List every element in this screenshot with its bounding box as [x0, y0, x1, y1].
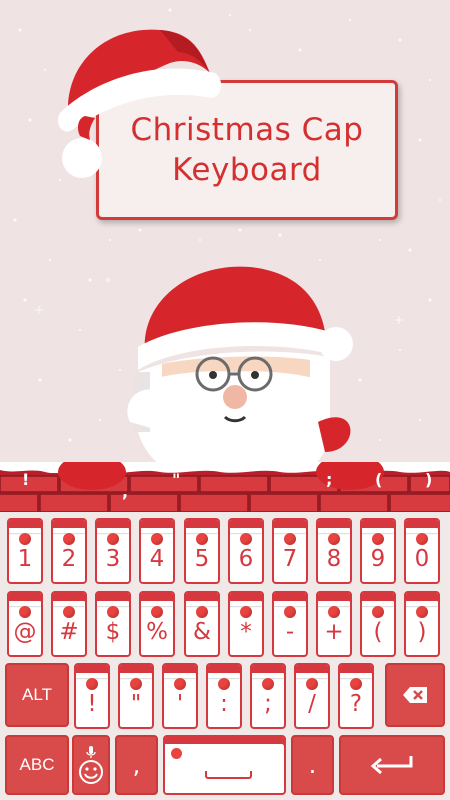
key-1[interactable]: 1 [7, 518, 43, 584]
key-question[interactable]: ? [338, 663, 374, 729]
alt-key[interactable]: ALT [5, 663, 69, 727]
key-exclamation[interactable]: ! [74, 663, 110, 729]
period-key[interactable]: . [291, 735, 334, 795]
microphone-icon [86, 746, 96, 758]
backspace-icon [403, 687, 427, 703]
christmas-cap-illustration [57, 29, 222, 178]
enter-arrow-icon [370, 756, 413, 775]
space-bar-icon [205, 771, 252, 779]
brick-punct: ; [326, 470, 333, 489]
key-3[interactable]: 3 [95, 518, 131, 584]
key-2[interactable]: 2 [51, 518, 87, 584]
key-5[interactable]: 5 [184, 518, 220, 584]
key-9[interactable]: 9 [360, 518, 396, 584]
key-plus[interactable]: + [316, 591, 352, 657]
key-ampersand[interactable]: & [184, 591, 220, 657]
brick-wall [0, 462, 450, 514]
key-colon[interactable]: : [206, 663, 242, 729]
key-8[interactable]: 8 [316, 518, 352, 584]
key-quote[interactable]: " [118, 663, 154, 729]
key-slash[interactable]: / [294, 663, 330, 729]
key-asterisk[interactable]: * [228, 591, 264, 657]
key-dollar[interactable]: $ [95, 591, 131, 657]
key-percent[interactable]: % [139, 591, 175, 657]
key-hash[interactable]: # [51, 591, 87, 657]
key-apostrophe[interactable]: ' [162, 663, 198, 729]
backspace-key[interactable] [385, 663, 445, 727]
key-6[interactable]: 6 [228, 518, 264, 584]
key-7[interactable]: 7 [272, 518, 308, 584]
key-paren-open[interactable]: ( [360, 591, 396, 657]
key-at[interactable]: @ [7, 591, 43, 657]
brick-punct: " [172, 470, 181, 489]
enter-key[interactable] [339, 735, 445, 795]
santa-illustration [127, 266, 353, 487]
brick-punct: ) [425, 470, 433, 489]
key-paren-close[interactable]: ) [404, 591, 440, 657]
emoji-mic-key[interactable] [72, 735, 110, 795]
space-bar[interactable] [163, 735, 286, 795]
brick-punct: ! [22, 470, 30, 489]
comma-key[interactable]: , [115, 735, 158, 795]
key-0[interactable]: 0 [404, 518, 440, 584]
emoji-icon [79, 760, 103, 784]
brick-punct: , [122, 482, 129, 501]
key-minus[interactable]: - [272, 591, 308, 657]
brick-punct: ( [375, 470, 383, 489]
key-semicolon[interactable]: ; [250, 663, 286, 729]
abc-key[interactable]: ABC [5, 735, 69, 795]
key-4[interactable]: 4 [139, 518, 175, 584]
